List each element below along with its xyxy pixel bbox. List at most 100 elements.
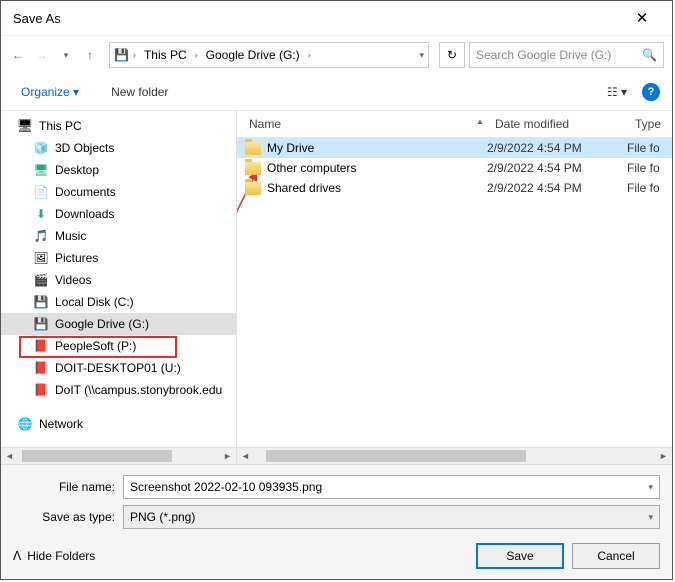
tree-item[interactable]: Music	[1, 225, 236, 247]
tree-item-label: Local Disk (C:)	[55, 295, 134, 309]
3d-icon	[33, 140, 49, 156]
file-row[interactable]: Other computers 2/9/2022 4:54 PMFile fo	[237, 158, 672, 178]
tree-item-label: 3D Objects	[55, 141, 114, 155]
folder-icon	[245, 182, 261, 195]
pc-icon	[17, 118, 33, 134]
tree-item[interactable]: Documents	[1, 181, 236, 203]
tree-item[interactable]: DoIT (\\campus.stonybrook.edu	[1, 379, 236, 401]
filename-label: File name:	[13, 480, 123, 494]
file-name: My Drive	[267, 141, 314, 155]
filename-value: Screenshot 2022-02-10 093935.png	[130, 480, 322, 494]
search-icon: 🔍	[642, 48, 657, 62]
tree-item-label: Network	[39, 417, 83, 431]
pic-icon	[33, 250, 49, 266]
scrollbar-horizontal[interactable]	[254, 448, 655, 464]
refresh-button[interactable]: ↻	[439, 42, 465, 68]
tree-item[interactable]: Local Disk (C:)	[1, 291, 236, 313]
hide-folders-toggle[interactable]: ᐱ Hide Folders	[13, 549, 95, 563]
organize-menu[interactable]: Organize ▾	[13, 81, 87, 103]
scroll-right-icon[interactable]: ►	[219, 451, 236, 461]
search-input[interactable]: Search Google Drive (G:) 🔍	[469, 42, 664, 68]
help-icon[interactable]: ?	[642, 83, 660, 101]
drive-icon: 💾	[114, 48, 129, 62]
chevron-right-icon: ›	[195, 50, 198, 60]
nav-recent-icon[interactable]: ▾	[57, 46, 75, 64]
filename-input[interactable]: Screenshot 2022-02-10 093935.png ▾	[123, 475, 660, 499]
tree-item-label: Documents	[55, 185, 116, 199]
app-icon	[33, 382, 49, 398]
nav-back-icon[interactable]: ←	[9, 46, 27, 64]
nav-up-icon[interactable]: ↑	[81, 46, 99, 64]
vid-icon	[33, 272, 49, 288]
dl-icon	[33, 206, 49, 222]
tree-item[interactable]: PeopleSoft (P:)	[1, 335, 236, 357]
cancel-button[interactable]: Cancel	[572, 543, 660, 569]
chevron-down-icon[interactable]: ▾	[648, 482, 653, 493]
save-button[interactable]: Save	[476, 543, 564, 569]
address-bar[interactable]: 💾 › This PC › Google Drive (G:) › ▾	[109, 42, 429, 68]
tree-item-label: Videos	[55, 273, 91, 287]
tree-item[interactable]: Videos	[1, 269, 236, 291]
chevron-up-icon: ᐱ	[13, 549, 21, 563]
scroll-left-icon[interactable]: ◄	[237, 451, 254, 461]
filetype-value: PNG (*.png)	[130, 510, 195, 524]
dialog-title: Save As	[13, 11, 622, 26]
scroll-right-icon[interactable]: ►	[655, 451, 672, 461]
folder-tree[interactable]: This PC 3D Objects Desktop Documents Downloa…	[1, 111, 237, 464]
tree-item[interactable]: This PC	[1, 115, 236, 137]
drv-icon	[33, 316, 49, 332]
file-type: File fo	[627, 161, 672, 175]
tree-item-label: Desktop	[55, 163, 99, 177]
file-date: 2/9/2022 4:54 PM	[487, 161, 627, 175]
tree-item[interactable]: 3D Objects	[1, 137, 236, 159]
file-row[interactable]: My Drive2/9/2022 4:54 PMFile fo	[237, 138, 672, 158]
view-options-button[interactable]: ☷ ▾	[600, 80, 634, 104]
file-row[interactable]: Shared drives2/9/2022 4:54 PMFile fo	[237, 178, 672, 198]
column-header-date[interactable]: Date modified	[487, 111, 627, 137]
tree-item[interactable]: Desktop	[1, 159, 236, 181]
net-icon	[17, 416, 33, 432]
filetype-label: Save as type:	[13, 510, 123, 524]
tree-item-label: DOIT-DESKTOP01 (U:)	[55, 361, 181, 375]
chevron-down-icon[interactable]: ▾	[648, 512, 653, 523]
file-type: File fo	[627, 181, 672, 195]
hide-folders-label: Hide Folders	[27, 549, 95, 563]
folder-icon	[245, 142, 261, 155]
tree-item-label: DoIT (\\campus.stonybrook.edu	[55, 383, 222, 397]
tree-item-label: Music	[55, 229, 86, 243]
column-header-name[interactable]: Name	[237, 111, 473, 137]
folder-icon	[245, 162, 261, 175]
new-folder-button[interactable]: New folder	[103, 81, 176, 103]
chevron-down-icon[interactable]: ▾	[419, 50, 424, 61]
breadcrumb-item[interactable]: Google Drive (G:)	[202, 46, 304, 64]
file-date: 2/9/2022 4:54 PM	[487, 141, 627, 155]
chevron-right-icon: ›	[308, 50, 311, 60]
tree-item[interactable]: Google Drive (G:)	[1, 313, 236, 335]
tree-item[interactable]: Downloads	[1, 203, 236, 225]
file-name: Shared drives	[267, 181, 341, 195]
tree-item-label: Google Drive (G:)	[55, 317, 149, 331]
tree-item[interactable]: Pictures	[1, 247, 236, 269]
chevron-right-icon: ›	[133, 50, 136, 60]
sort-caret-icon: ▲	[473, 111, 487, 137]
scroll-left-icon[interactable]: ◄	[1, 451, 18, 461]
desk-icon	[33, 162, 49, 178]
tree-item[interactable]: Network	[1, 413, 236, 435]
close-button[interactable]: ✕	[622, 9, 662, 27]
scrollbar-horizontal[interactable]	[18, 448, 219, 464]
nav-forward-icon: →	[33, 46, 51, 64]
app-icon	[33, 338, 49, 354]
search-placeholder: Search Google Drive (G:)	[476, 48, 611, 62]
column-header-type[interactable]: Type	[627, 111, 672, 137]
filetype-select[interactable]: PNG (*.png) ▾	[123, 505, 660, 529]
disk-icon	[33, 294, 49, 310]
tree-item[interactable]: DOIT-DESKTOP01 (U:)	[1, 357, 236, 379]
doc-icon	[33, 184, 49, 200]
music-icon	[33, 228, 49, 244]
tree-item-label: This PC	[39, 119, 82, 133]
tree-item-label: Pictures	[55, 251, 98, 265]
file-name: Other computers	[267, 161, 356, 175]
app-icon	[33, 360, 49, 376]
breadcrumb-item[interactable]: This PC	[140, 46, 191, 64]
tree-item-label: Downloads	[55, 207, 114, 221]
